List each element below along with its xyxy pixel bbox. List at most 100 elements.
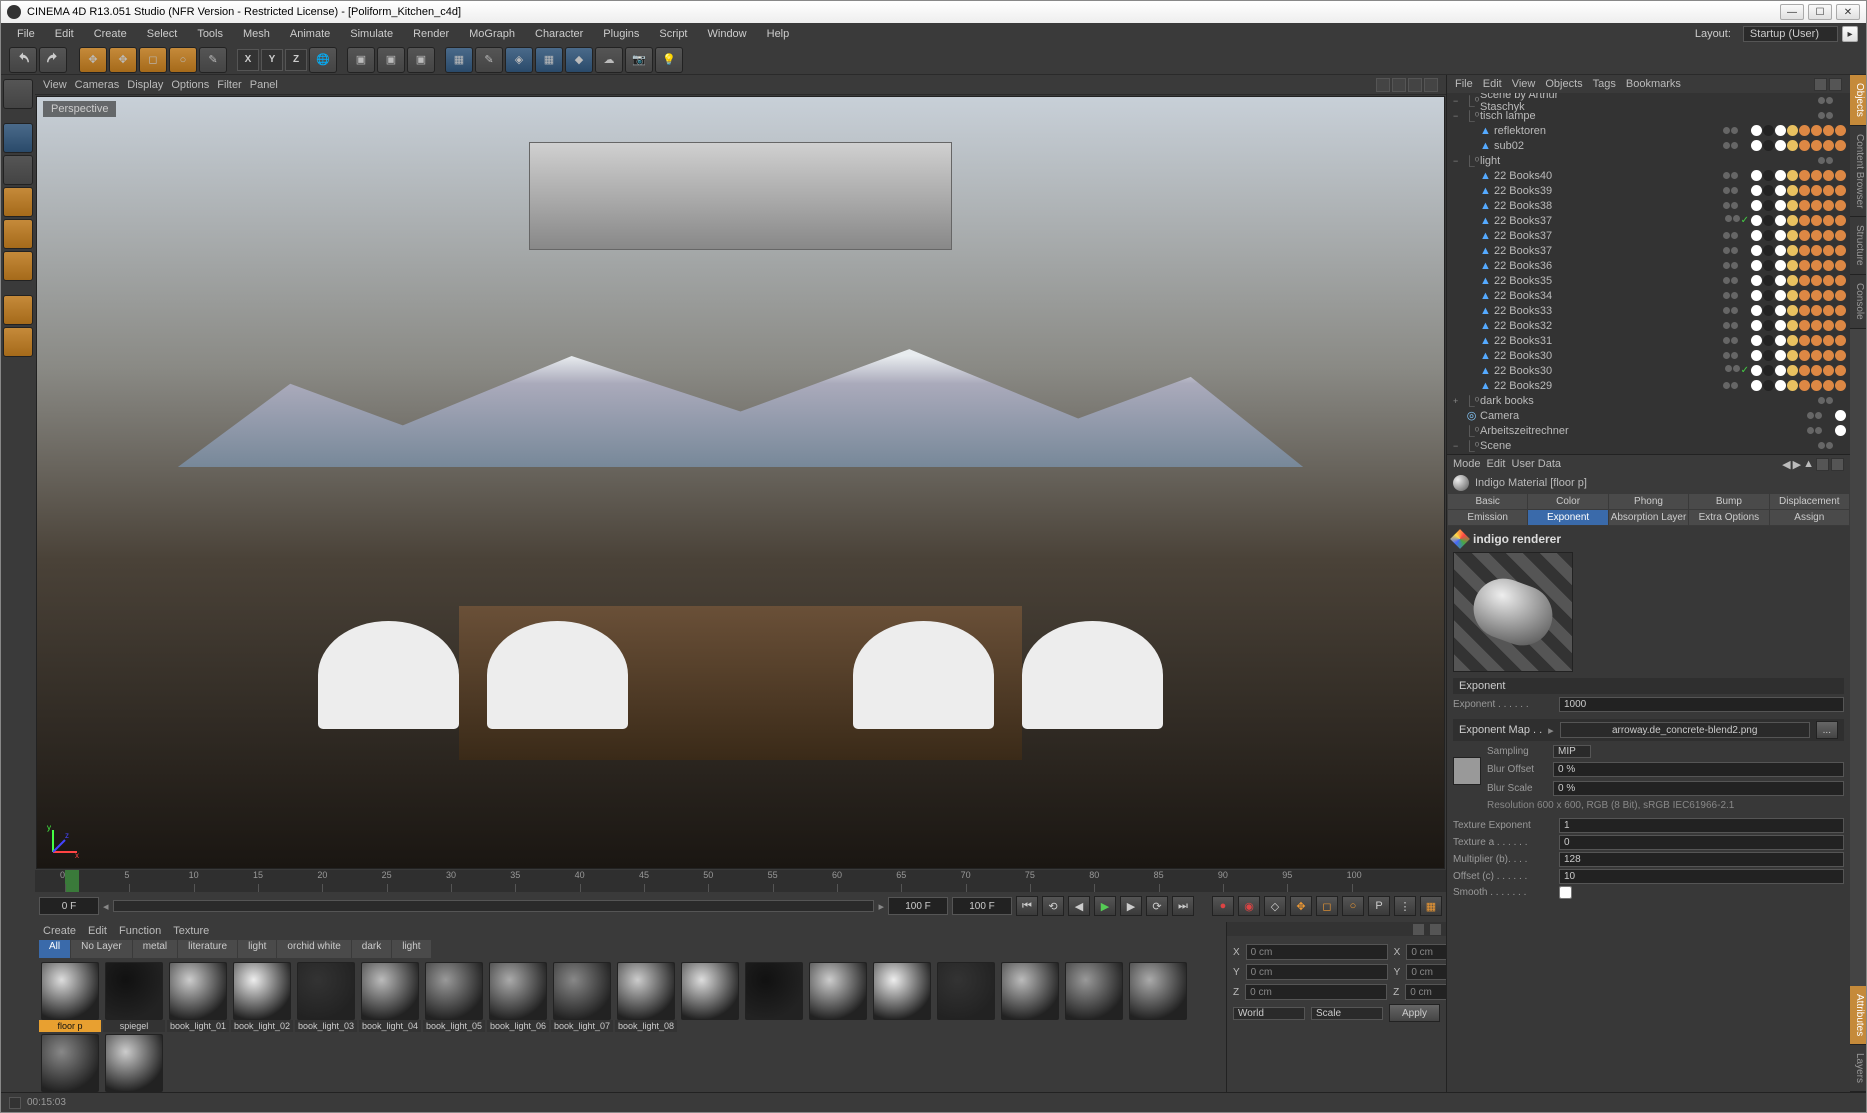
mat-menu-create[interactable]: Create xyxy=(43,925,76,937)
visibility-dots[interactable] xyxy=(1723,202,1749,209)
vp-nav-icon[interactable] xyxy=(1376,78,1390,92)
material-item[interactable]: floor p xyxy=(39,962,101,1032)
tag-icon[interactable] xyxy=(1823,125,1834,136)
tag-icon[interactable] xyxy=(1799,230,1810,241)
texture-mode-button[interactable] xyxy=(3,155,33,185)
map-thumbnail[interactable] xyxy=(1453,757,1481,785)
live-select-tool[interactable]: ✥ xyxy=(79,47,107,73)
tag-icon[interactable] xyxy=(1799,335,1810,346)
coord-world-dropdown[interactable]: World xyxy=(1233,1007,1305,1020)
tab-exponent[interactable]: Exponent xyxy=(1528,510,1607,525)
tag-icon[interactable] xyxy=(1751,260,1762,271)
tree-row[interactable]: ▲back wall c01 xyxy=(1447,453,1850,454)
spline-pen-button[interactable]: ✎ xyxy=(475,47,503,73)
material-item[interactable] xyxy=(1063,962,1125,1032)
expand-toggle-icon[interactable]: − xyxy=(1453,441,1463,451)
next-frame-button[interactable]: ▶ xyxy=(1120,896,1142,916)
search-icon[interactable] xyxy=(1814,78,1827,91)
tag-icon[interactable] xyxy=(1835,320,1846,331)
material-grid[interactable]: floor pspiegelbook_light_01book_light_02… xyxy=(35,958,1226,1092)
tab-extra[interactable]: Extra Options xyxy=(1689,510,1768,525)
tag-icon[interactable] xyxy=(1775,380,1786,391)
tag-icon[interactable] xyxy=(1763,305,1774,316)
tag-icon[interactable] xyxy=(1799,245,1810,256)
blur-scale-field[interactable] xyxy=(1553,781,1844,796)
tab-basic[interactable]: Basic xyxy=(1448,494,1527,509)
tag-icon[interactable] xyxy=(1787,185,1798,196)
tree-row[interactable]: ▲sub02 xyxy=(1447,138,1850,153)
tree-row[interactable]: ▲22 Books29 xyxy=(1447,378,1850,393)
tag-icon[interactable] xyxy=(1751,230,1762,241)
visibility-dots[interactable] xyxy=(1818,442,1844,449)
visibility-dots[interactable] xyxy=(1723,142,1749,149)
tab-console[interactable]: Console xyxy=(1850,275,1866,329)
deformer-button[interactable]: ◆ xyxy=(565,47,593,73)
goto-prev-key-button[interactable]: ⟲ xyxy=(1042,896,1064,916)
mat-tab-orchid[interactable]: orchid white xyxy=(277,940,350,958)
mat-tab-metal[interactable]: metal xyxy=(133,940,177,958)
om-menu-bookmarks[interactable]: Bookmarks xyxy=(1626,78,1681,90)
tag-strip[interactable] xyxy=(1751,275,1846,286)
tag-strip[interactable] xyxy=(1751,350,1846,361)
viewport-perspective[interactable]: Perspective x y z xyxy=(36,96,1445,869)
tag-icon[interactable] xyxy=(1799,185,1810,196)
visibility-dots[interactable] xyxy=(1818,112,1844,119)
tex-a-field[interactable] xyxy=(1559,835,1844,850)
timeline-ruler[interactable]: 0510152025303540455055606570758085909510… xyxy=(35,870,1446,892)
tag-icon[interactable] xyxy=(1811,200,1822,211)
pos-y-field[interactable] xyxy=(1246,964,1388,980)
tag-icon[interactable] xyxy=(1775,200,1786,211)
tag-icon[interactable] xyxy=(1835,380,1846,391)
material-item[interactable] xyxy=(39,1034,101,1092)
material-item[interactable] xyxy=(743,962,805,1032)
tag-icon[interactable] xyxy=(1763,125,1774,136)
tag-icon[interactable] xyxy=(1775,305,1786,316)
tag-icon[interactable] xyxy=(1823,185,1834,196)
tag-strip[interactable] xyxy=(1751,140,1846,151)
menu-script[interactable]: Script xyxy=(651,26,695,42)
tag-icon[interactable] xyxy=(1811,335,1822,346)
tree-row[interactable]: ▲22 Books37 xyxy=(1447,228,1850,243)
tag-icon[interactable] xyxy=(1799,305,1810,316)
tag-icon[interactable] xyxy=(1787,290,1798,301)
tag-icon[interactable] xyxy=(1823,170,1834,181)
material-item[interactable] xyxy=(679,962,741,1032)
visibility-dots[interactable] xyxy=(1723,172,1749,179)
record-button[interactable]: ● xyxy=(1212,896,1234,916)
blur-offset-field[interactable] xyxy=(1553,762,1844,777)
layout-dropdown[interactable]: Startup (User) xyxy=(1743,26,1838,42)
tag-icon[interactable] xyxy=(1787,170,1798,181)
tag-icon[interactable] xyxy=(1799,125,1810,136)
om-menu-objects[interactable]: Objects xyxy=(1545,78,1582,90)
tag-icon[interactable] xyxy=(1763,350,1774,361)
nav-back-icon[interactable]: ◀ xyxy=(1782,458,1790,471)
material-item[interactable]: book_light_05 xyxy=(423,962,485,1032)
tree-row[interactable]: ▲22 Books37 xyxy=(1447,243,1850,258)
z-axis-lock[interactable]: Z xyxy=(285,49,307,71)
tree-row[interactable]: ▲22 Books32 xyxy=(1447,318,1850,333)
environment-button[interactable]: ☁ xyxy=(595,47,623,73)
material-item[interactable] xyxy=(999,962,1061,1032)
tab-emission[interactable]: Emission xyxy=(1448,510,1527,525)
tag-icon[interactable] xyxy=(1775,215,1786,226)
tag-icon[interactable] xyxy=(1835,305,1846,316)
mat-menu-edit[interactable]: Edit xyxy=(88,925,107,937)
coord-system-button[interactable]: 🌐 xyxy=(309,47,337,73)
tag-strip[interactable] xyxy=(1751,200,1846,211)
menu-mesh[interactable]: Mesh xyxy=(235,26,278,42)
tag-icon[interactable] xyxy=(1835,410,1846,421)
goto-start-button[interactable]: ⏮ xyxy=(1016,896,1038,916)
tag-icon[interactable] xyxy=(1787,320,1798,331)
render-settings-button[interactable]: ▣ xyxy=(407,47,435,73)
frame-current-field[interactable] xyxy=(952,897,1012,915)
tag-icon[interactable] xyxy=(1799,320,1810,331)
tag-icon[interactable] xyxy=(1763,275,1774,286)
menu-character[interactable]: Character xyxy=(527,26,591,42)
tag-icon[interactable] xyxy=(1787,305,1798,316)
menu-help[interactable]: Help xyxy=(759,26,798,42)
layout-config-icon[interactable]: ▸ xyxy=(1842,26,1858,42)
tag-icon[interactable] xyxy=(1835,140,1846,151)
tag-strip[interactable] xyxy=(1751,215,1846,226)
tag-icon[interactable] xyxy=(1811,170,1822,181)
om-menu-tags[interactable]: Tags xyxy=(1593,78,1616,90)
